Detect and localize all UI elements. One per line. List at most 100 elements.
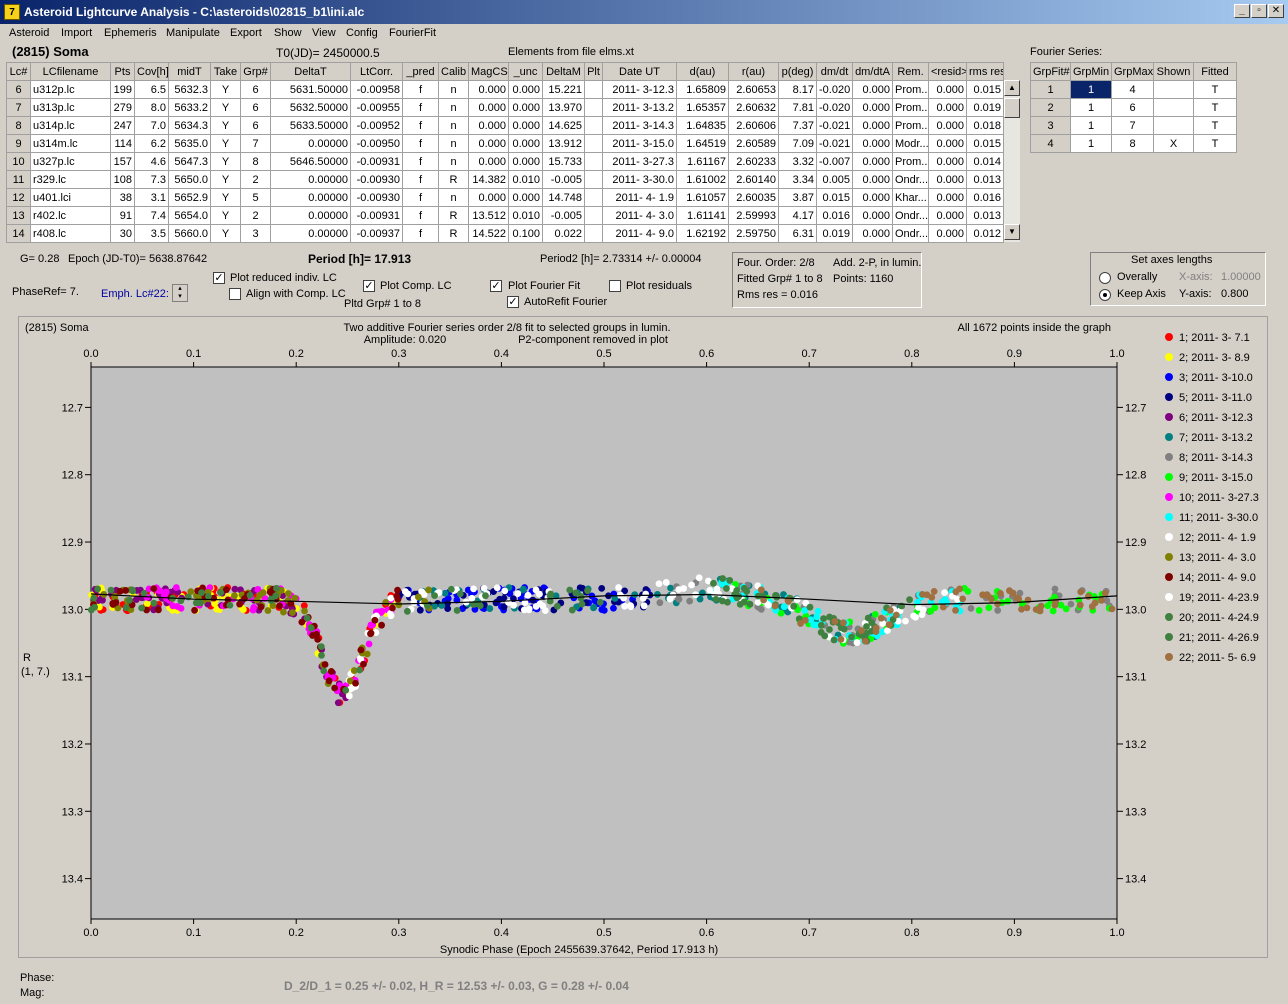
table-cell[interactable]: 6 (240, 80, 271, 99)
table-cell[interactable]: 279 (110, 98, 135, 117)
table-cell[interactable]: -0.005 (542, 206, 585, 225)
table-cell[interactable]: 2 (240, 206, 271, 225)
fourier-cell[interactable] (1153, 116, 1194, 135)
row-header[interactable]: 6 (6, 80, 31, 99)
table-cell[interactable]: 5633.2 (168, 98, 211, 117)
fourier-row[interactable]: 418XT (1030, 134, 1237, 153)
table-cell[interactable] (584, 134, 603, 153)
table-cell[interactable]: -0.00952 (350, 116, 403, 135)
table-cell[interactable]: 0.000 (852, 224, 893, 243)
table-cell[interactable]: 2011- 4- 3.0 (602, 206, 677, 225)
fourier-cell[interactable]: T (1193, 98, 1237, 117)
table-cell[interactable]: 0.00000 (270, 134, 351, 153)
fourier-row-header[interactable]: 1 (1030, 80, 1071, 99)
table-cell[interactable]: 3.1 (134, 188, 169, 207)
table-row[interactable]: 12 u401.lci 38 3.1 5652.9 Y 5 0.00000 -0.00930 f n… (6, 188, 1004, 207)
fourier-cell[interactable]: 8 (1111, 134, 1154, 153)
table-cell[interactable]: 5633.50000 (270, 116, 351, 135)
fourier-row[interactable]: 216 T (1030, 98, 1237, 117)
table-cell[interactable]: 5 (240, 188, 271, 207)
column-header[interactable]: Plt (584, 62, 603, 81)
plot-residuals-checkbox[interactable] (609, 280, 621, 292)
table-cell[interactable]: 0.000 (852, 170, 893, 189)
table-cell[interactable]: 114 (110, 134, 135, 153)
table-cell[interactable]: 0.000 (468, 116, 509, 135)
table-row[interactable]: 11 r329.lc 108 7.3 5650.0 Y 2 0.00000 -0.00930 f R… (6, 170, 1004, 189)
table-row[interactable]: 8 u314p.lc 247 7.0 5634.3 Y 6 5633.50000 -0.0095… (6, 116, 1004, 135)
minimize-button[interactable]: _ (1234, 4, 1250, 18)
table-cell[interactable]: 0.000 (468, 188, 509, 207)
keep-axis-radio[interactable] (1099, 289, 1111, 301)
table-cell[interactable]: -0.00950 (350, 134, 403, 153)
table-cell[interactable]: 14.522 (468, 224, 509, 243)
table-cell[interactable]: 0.015 (816, 188, 853, 207)
column-header[interactable]: DeltaT (270, 62, 351, 81)
table-cell[interactable]: 38 (110, 188, 135, 207)
table-cell[interactable]: 0.00000 (270, 188, 351, 207)
table-cell[interactable]: 1.61002 (676, 170, 729, 189)
table-cell[interactable] (584, 80, 603, 99)
table-cell[interactable] (584, 188, 603, 207)
table-cell[interactable]: 0.100 (508, 224, 543, 243)
column-header[interactable]: rms res (966, 62, 1004, 81)
table-cell[interactable]: 0.000 (852, 134, 893, 153)
table-cell[interactable]: 0.018 (966, 116, 1004, 135)
column-header[interactable]: dm/dtA (852, 62, 893, 81)
column-header[interactable]: LtCorr. (350, 62, 403, 81)
table-cell[interactable]: 0.016 (816, 206, 853, 225)
menu-manipulate[interactable]: Manipulate (166, 27, 220, 39)
row-header[interactable]: 13 (6, 206, 31, 225)
fourier-cell[interactable]: 1 (1070, 116, 1112, 135)
table-cell[interactable]: 0.000 (508, 116, 543, 135)
table-cell[interactable]: 2.60632 (728, 98, 779, 117)
table-cell[interactable]: -0.021 (816, 116, 853, 135)
table-cell[interactable]: 4.17 (778, 206, 817, 225)
table-cell[interactable]: r329.lc (30, 170, 111, 189)
table-cell[interactable]: 7.3 (134, 170, 169, 189)
table-row[interactable]: 14 r408.lc 30 3.5 5660.0 Y 3 0.00000 -0.00937 f R 1… (6, 224, 1004, 243)
table-cell[interactable]: 0.000 (468, 98, 509, 117)
fourier-cell[interactable]: 1 (1070, 80, 1112, 99)
table-cell[interactable]: u313p.lc (30, 98, 111, 117)
scroll-down-icon[interactable]: ▼ (1004, 224, 1020, 240)
table-cell[interactable]: r402.lc (30, 206, 111, 225)
table-cell[interactable]: 6 (240, 98, 271, 117)
table-cell[interactable]: 0.010 (508, 170, 543, 189)
table-cell[interactable]: 0.022 (542, 224, 585, 243)
table-scrollbar[interactable]: ▲ ▼ (1003, 80, 1020, 242)
table-cell[interactable]: f (402, 206, 439, 225)
table-cell[interactable]: f (402, 224, 439, 243)
table-cell[interactable]: f (402, 152, 439, 171)
table-cell[interactable]: Modr... (892, 134, 929, 153)
column-header[interactable]: _unc (508, 62, 543, 81)
table-cell[interactable]: 0.000 (928, 80, 967, 99)
fourier-series-table[interactable]: GrpFit# GrpMin GrpMax Shown Fitted 114T216T3… (1030, 62, 1237, 153)
table-cell[interactable]: 14.748 (542, 188, 585, 207)
table-cell[interactable]: 2011- 3-27.3 (602, 152, 677, 171)
menu-export[interactable]: Export (230, 27, 262, 39)
column-header[interactable]: <resid> (928, 62, 967, 81)
table-cell[interactable]: 0.000 (852, 206, 893, 225)
table-cell[interactable]: 6.31 (778, 224, 817, 243)
fourier-column-header[interactable]: GrpMin (1070, 62, 1112, 81)
table-cell[interactable]: 0.000 (852, 98, 893, 117)
table-cell[interactable]: 91 (110, 206, 135, 225)
table-cell[interactable]: -0.00930 (350, 188, 403, 207)
column-header[interactable]: Pts (110, 62, 135, 81)
column-header[interactable]: Calib (438, 62, 469, 81)
table-cell[interactable]: 2.60233 (728, 152, 779, 171)
table-cell[interactable]: n (438, 134, 469, 153)
table-cell[interactable]: 0.000 (508, 134, 543, 153)
table-cell[interactable]: 2011- 4- 1.9 (602, 188, 677, 207)
column-header[interactable]: Rem. (892, 62, 929, 81)
fourier-cell[interactable]: 6 (1111, 98, 1154, 117)
fourier-row-header[interactable]: 3 (1030, 116, 1071, 135)
table-cell[interactable]: 5650.0 (168, 170, 211, 189)
menu-fourierfit[interactable]: FourierFit (389, 27, 436, 39)
fourier-column-header[interactable]: GrpMax (1111, 62, 1154, 81)
table-cell[interactable]: f (402, 134, 439, 153)
table-cell[interactable]: 0.000 (928, 224, 967, 243)
fourier-cell[interactable] (1153, 98, 1194, 117)
table-cell[interactable]: 1.61141 (676, 206, 729, 225)
table-cell[interactable]: 5634.3 (168, 116, 211, 135)
